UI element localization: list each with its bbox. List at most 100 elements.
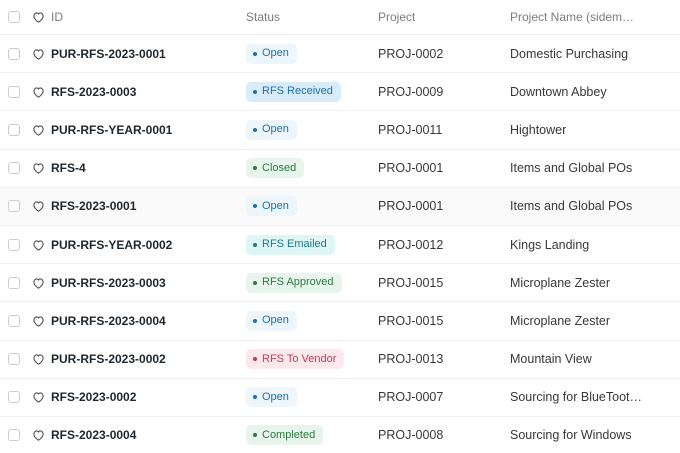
- table-row[interactable]: PUR-RFS-2023-0003 RFS Approved PROJ-0015…: [0, 264, 680, 303]
- row-select-cell[interactable]: [8, 341, 22, 378]
- row-id-text[interactable]: PUR-RFS-2023-0003: [51, 276, 166, 290]
- heart-icon[interactable]: [32, 162, 45, 174]
- table-row[interactable]: PUR-RFS-2023-0002 RFS To Vendor PROJ-001…: [0, 341, 680, 379]
- row-checkbox[interactable]: [8, 391, 20, 404]
- heart-icon[interactable]: [32, 86, 45, 98]
- row-select-cell[interactable]: [8, 188, 22, 225]
- row-checkbox[interactable]: [8, 276, 20, 289]
- row-like-cell[interactable]: [32, 150, 46, 187]
- row-id-link[interactable]: PUR-RFS-YEAR-0002: [51, 226, 236, 263]
- table-row[interactable]: PUR-RFS-YEAR-0002 RFS Emailed PROJ-0012 …: [0, 226, 680, 265]
- row-id-text[interactable]: PUR-RFS-2023-0001: [51, 47, 166, 61]
- column-header-project-name[interactable]: Project Name (sidem…: [510, 0, 680, 34]
- status-badge-label: Open: [262, 199, 289, 212]
- row-select-cell[interactable]: [8, 111, 22, 148]
- row-status-cell: RFS Approved: [246, 264, 371, 301]
- row-like-cell[interactable]: [32, 341, 46, 378]
- status-dot-icon: [253, 166, 257, 171]
- row-id-link[interactable]: PUR-RFS-YEAR-0001: [51, 111, 236, 148]
- row-id-text[interactable]: RFS-4: [51, 161, 86, 175]
- heart-icon[interactable]: [32, 48, 45, 60]
- row-id-text[interactable]: PUR-RFS-2023-0004: [51, 314, 166, 328]
- status-badge-label: Open: [262, 47, 289, 60]
- status-badge: RFS Approved: [246, 272, 342, 293]
- row-id-link[interactable]: PUR-RFS-2023-0002: [51, 341, 236, 378]
- row-id-text[interactable]: PUR-RFS-YEAR-0002: [51, 238, 172, 252]
- row-like-cell[interactable]: [32, 35, 46, 72]
- row-id-link[interactable]: RFS-4: [51, 150, 236, 187]
- row-select-cell[interactable]: [8, 150, 22, 187]
- row-select-cell[interactable]: [8, 35, 22, 72]
- column-header-status[interactable]: Status: [246, 0, 371, 34]
- table-row[interactable]: RFS-2023-0002 Open PROJ-0007 Sourcing fo…: [0, 379, 680, 417]
- row-like-cell[interactable]: [32, 417, 46, 453]
- select-all-checkbox[interactable]: [8, 11, 20, 23]
- row-select-cell[interactable]: [8, 264, 22, 301]
- row-like-cell[interactable]: [32, 226, 46, 263]
- row-checkbox[interactable]: [8, 123, 20, 136]
- table-row[interactable]: RFS-4 Closed PROJ-0001 Items and Global …: [0, 150, 680, 188]
- row-id-link[interactable]: PUR-RFS-2023-0004: [51, 302, 236, 339]
- row-select-cell[interactable]: [8, 73, 22, 110]
- row-like-cell[interactable]: [32, 111, 46, 148]
- status-badge-label: RFS To Vendor: [262, 352, 337, 365]
- row-like-cell[interactable]: [32, 73, 46, 110]
- row-status-cell: Open: [246, 188, 371, 225]
- row-like-cell[interactable]: [32, 302, 46, 339]
- row-id-link[interactable]: RFS-2023-0004: [51, 417, 236, 453]
- row-checkbox[interactable]: [8, 85, 20, 98]
- heart-icon[interactable]: [32, 11, 45, 23]
- row-checkbox[interactable]: [8, 162, 20, 175]
- heart-icon[interactable]: [32, 277, 45, 289]
- row-id-link[interactable]: PUR-RFS-2023-0001: [51, 35, 236, 72]
- row-checkbox[interactable]: [8, 47, 20, 60]
- row-checkbox[interactable]: [8, 238, 20, 251]
- row-select-cell[interactable]: [8, 417, 22, 453]
- heart-icon[interactable]: [32, 429, 45, 442]
- row-checkbox[interactable]: [8, 200, 20, 213]
- table-row[interactable]: RFS-2023-0001 Open PROJ-0001 Items and G…: [0, 187, 680, 226]
- row-checkbox[interactable]: [8, 353, 20, 366]
- row-project-name-cell: Microplane Zester: [510, 264, 680, 301]
- row-id-text[interactable]: PUR-RFS-2023-0002: [51, 352, 166, 366]
- row-id-link[interactable]: RFS-2023-0002: [51, 379, 236, 416]
- row-project-text: PROJ-0011: [378, 122, 443, 137]
- row-select-cell[interactable]: [8, 379, 22, 416]
- heart-icon[interactable]: [32, 200, 45, 213]
- heart-icon[interactable]: [32, 391, 45, 404]
- status-dot-icon: [253, 51, 257, 56]
- heart-icon[interactable]: [32, 353, 45, 365]
- row-checkbox[interactable]: [8, 429, 20, 442]
- row-id-text[interactable]: RFS-2023-0003: [51, 85, 136, 99]
- heart-icon[interactable]: [32, 124, 45, 136]
- row-id-text[interactable]: RFS-2023-0004: [51, 428, 136, 442]
- row-select-cell[interactable]: [8, 226, 22, 263]
- row-id-link[interactable]: RFS-2023-0001: [51, 188, 236, 225]
- status-badge-label: RFS Emailed: [262, 238, 327, 251]
- row-id-text[interactable]: RFS-2023-0001: [51, 199, 136, 213]
- row-id-text[interactable]: RFS-2023-0002: [51, 390, 136, 404]
- row-id-link[interactable]: PUR-RFS-2023-0003: [51, 264, 236, 301]
- row-like-cell[interactable]: [32, 379, 46, 416]
- table-row[interactable]: PUR-RFS-2023-0001 Open PROJ-0002 Domesti…: [0, 35, 680, 74]
- row-id-link[interactable]: RFS-2023-0003: [51, 73, 236, 110]
- row-like-cell[interactable]: [32, 264, 46, 301]
- heart-icon[interactable]: [32, 315, 45, 327]
- column-header-id[interactable]: ID: [51, 0, 236, 34]
- column-header-project[interactable]: Project: [378, 0, 503, 34]
- row-select-cell[interactable]: [8, 302, 22, 339]
- row-like-cell[interactable]: [32, 188, 46, 225]
- table-row[interactable]: RFS-2023-0003 RFS Received PROJ-0009 Dow…: [0, 73, 680, 112]
- table-row[interactable]: RFS-2023-0004 Completed PROJ-0008 Sourci…: [0, 417, 680, 453]
- row-project-name-cell: Sourcing for BlueToot…: [510, 379, 680, 416]
- row-checkbox[interactable]: [8, 314, 20, 327]
- row-id-text[interactable]: PUR-RFS-YEAR-0001: [51, 123, 172, 137]
- table-row[interactable]: PUR-RFS-2023-0004 Open PROJ-0015 Micropl…: [0, 302, 680, 341]
- row-project-name-cell: Downtown Abbey: [510, 73, 680, 110]
- heart-icon[interactable]: [32, 239, 45, 251]
- row-project-name-cell: Items and Global POs: [510, 150, 680, 187]
- table-row[interactable]: PUR-RFS-YEAR-0001 Open PROJ-0011 Hightow…: [0, 111, 680, 150]
- like-header-cell[interactable]: [32, 0, 46, 34]
- status-dot-icon: [253, 242, 257, 247]
- select-all-cell[interactable]: [8, 0, 22, 34]
